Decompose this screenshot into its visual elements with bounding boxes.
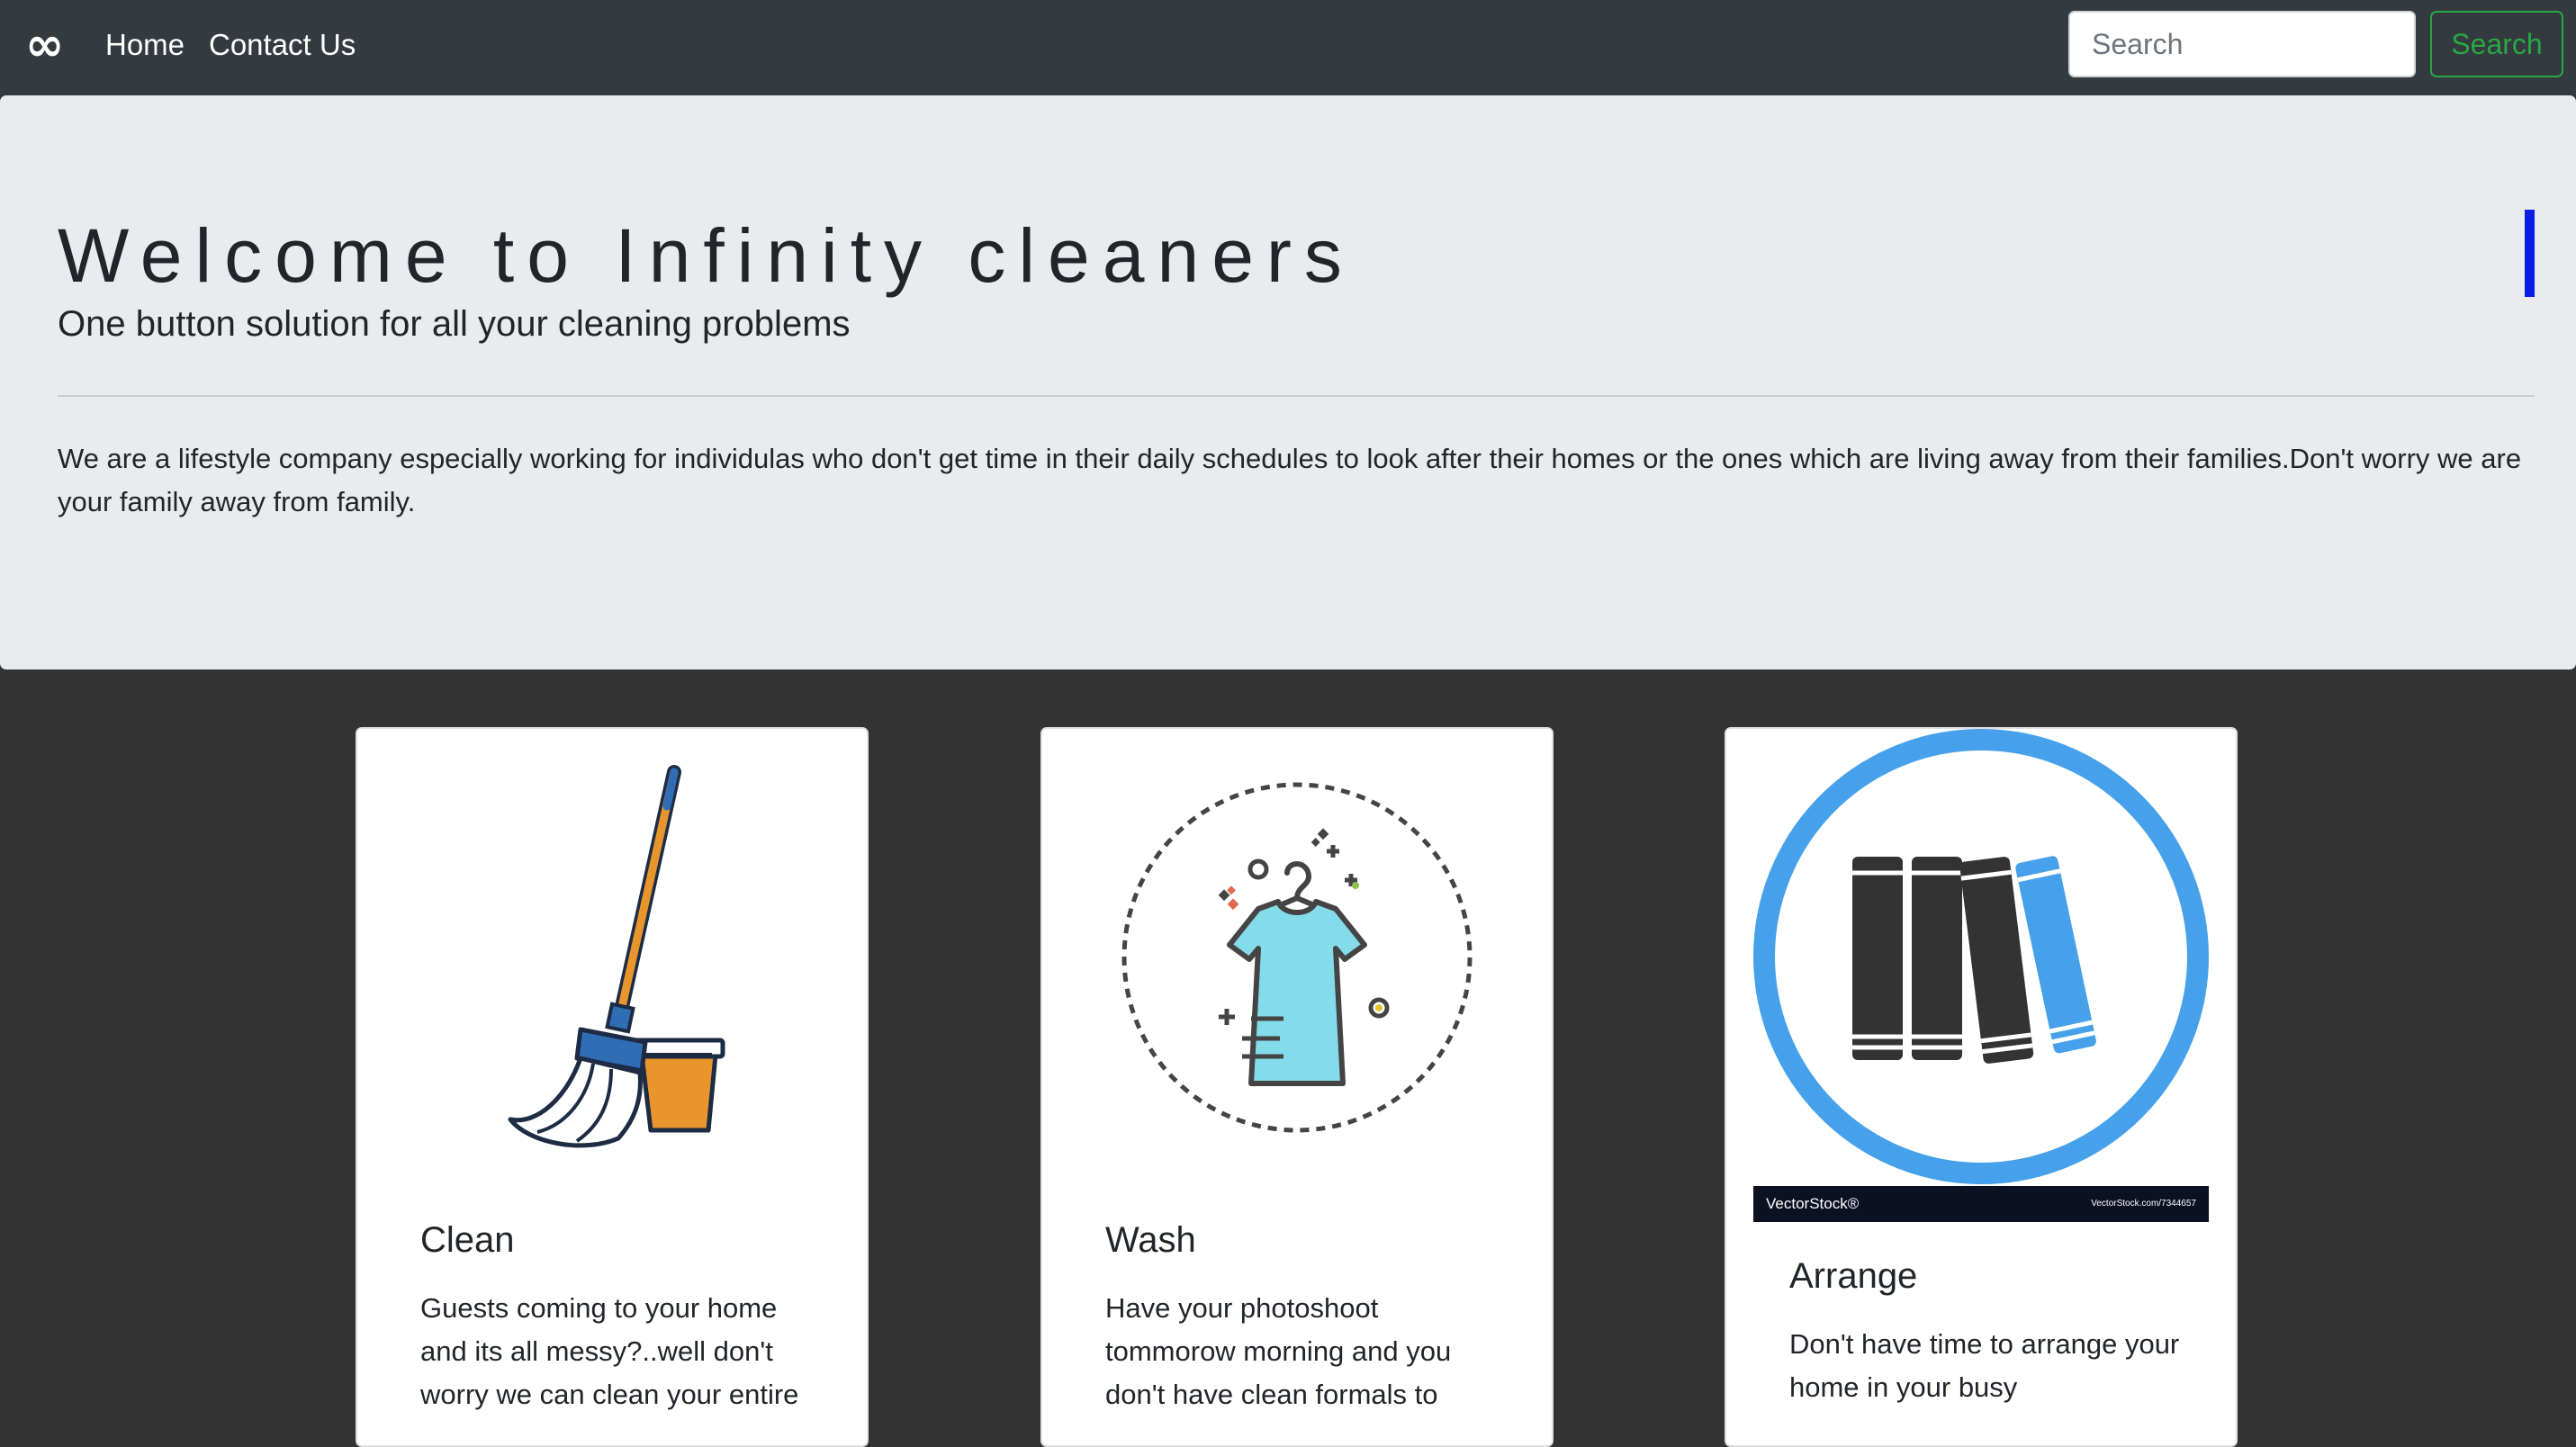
- nav-link-home[interactable]: Home: [105, 25, 185, 65]
- card-title: Arrange: [1789, 1256, 1918, 1296]
- page-title: Welcome to Infinity cleaners: [58, 213, 1355, 298]
- service-card-arrange: VectorStock® VectorStock.com/7344657 Arr…: [1725, 727, 2238, 1447]
- card-title: Clean: [420, 1220, 515, 1260]
- company-description: We are a lifestyle company especially wo…: [58, 443, 2522, 517]
- clean-shirt-icon: [1121, 782, 1473, 1133]
- card-text: Guests coming to your home and its all m…: [420, 1292, 799, 1410]
- service-card-wash: Wash Have your photoshoot tommorow morni…: [1040, 727, 1554, 1447]
- card-text: Have your photoshoot tommorow morning an…: [1105, 1292, 1452, 1410]
- divider: [58, 395, 2535, 397]
- nav-link-contact-us[interactable]: Contact Us: [209, 25, 356, 65]
- card-title: Wash: [1105, 1220, 1196, 1260]
- page-subtitle: One button solution for all your cleanin…: [58, 304, 851, 344]
- brand-infinity-logo[interactable]: ∞: [25, 18, 64, 72]
- watermark-logo: VectorStock®: [1766, 1195, 1860, 1212]
- card-text: Don't have time to arrange your home in …: [1789, 1328, 2180, 1403]
- search-input[interactable]: [2068, 11, 2416, 77]
- navbar: ∞ Home Contact Us Search: [0, 0, 2576, 95]
- books-icon: [1753, 729, 2209, 1184]
- jumbotron: Welcome to Infinity cleaners One button …: [0, 95, 2576, 670]
- typing-caret: [2525, 210, 2535, 297]
- service-card-clean: Clean Guests coming to your home and its…: [356, 727, 869, 1447]
- watermark-id: VectorStock.com/7344657: [2091, 1199, 2196, 1209]
- mop-bucket-icon: [508, 765, 725, 1148]
- search-button[interactable]: Search: [2430, 11, 2563, 77]
- vectorstock-watermark: VectorStock® VectorStock.com/7344657: [1753, 1186, 2209, 1222]
